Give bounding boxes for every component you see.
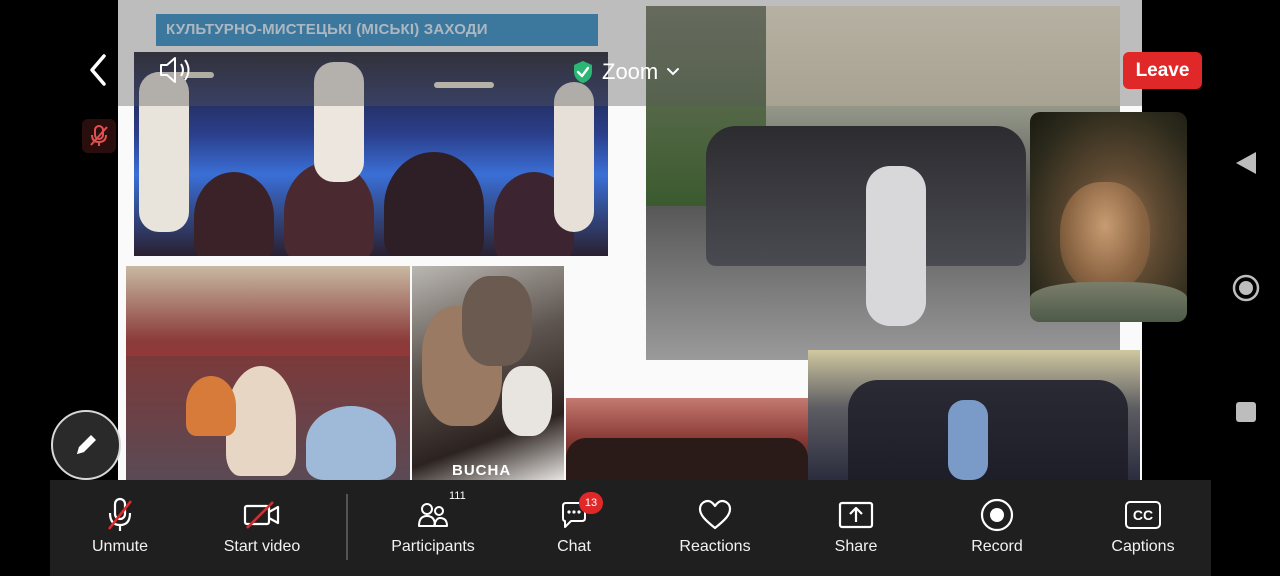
toolbar-divider	[346, 494, 348, 560]
leave-button[interactable]: Leave	[1123, 52, 1202, 89]
system-navigation-bar	[1211, 0, 1280, 576]
system-recents-button[interactable]	[1231, 397, 1261, 427]
participant-face	[1060, 182, 1150, 292]
photo-cinema-audience	[566, 398, 808, 480]
pencil-icon	[77, 435, 96, 454]
chevron-down-icon	[667, 68, 680, 76]
record-icon	[980, 498, 1014, 532]
participant-video-tile[interactable]	[1030, 112, 1187, 322]
participant-shoulders	[1030, 282, 1187, 322]
participants-icon	[418, 503, 448, 527]
chat-button[interactable]: 13 Chat	[532, 480, 616, 576]
speaker-button[interactable]	[155, 52, 197, 88]
muted-mic-indicator	[82, 119, 116, 153]
circle-home-icon	[1232, 274, 1260, 302]
meeting-top-bar	[118, 0, 1142, 106]
participants-count: 111	[449, 490, 466, 502]
system-back-button[interactable]	[1231, 148, 1261, 178]
start-video-button[interactable]: Start video	[210, 480, 314, 576]
chevron-left-icon	[90, 54, 106, 86]
share-label: Share	[834, 538, 878, 555]
reactions-button[interactable]: Reactions	[670, 480, 760, 576]
mic-muted-icon	[90, 125, 108, 146]
participants-label: Participants	[391, 538, 475, 555]
meeting-title-dropdown[interactable]: Zoom	[572, 58, 680, 86]
poster-title: BUCHA	[452, 462, 512, 479]
meeting-toolbar: Unmute Start video 111 Participants 13 C…	[50, 480, 1211, 576]
heart-icon	[698, 499, 732, 530]
photo-film-poster: BUCHA	[412, 266, 564, 480]
zoom-meeting-screen: КУЛЬТУРНО-МИСТЕЦЬКІ (МІСЬКІ) ЗАХОДИ BUCH…	[0, 0, 1280, 576]
meeting-title-text: Zoom	[602, 59, 659, 84]
share-screen-icon	[838, 501, 874, 529]
participants-button[interactable]: 111 Participants	[380, 480, 486, 576]
square-recents-icon	[1236, 402, 1256, 422]
annotate-button[interactable]	[51, 410, 121, 480]
chat-unread-badge: 13	[579, 492, 603, 514]
closed-captions-icon: CC	[1125, 501, 1161, 529]
share-button[interactable]: Share	[816, 480, 896, 576]
reactions-label: Reactions	[679, 538, 751, 555]
photo-group-in-lobby	[808, 350, 1140, 480]
back-button[interactable]	[80, 50, 120, 90]
video-off-icon	[243, 501, 280, 529]
verified-shield-icon	[574, 61, 592, 83]
triangle-back-icon	[1236, 152, 1256, 174]
record-button[interactable]: Record	[956, 480, 1038, 576]
speaker-icon	[160, 57, 190, 83]
photo-concert-hall-audience	[126, 266, 410, 480]
chat-label: Chat	[557, 538, 591, 555]
captions-button[interactable]: CC Captions	[1096, 480, 1190, 576]
reactions-button[interactable]	[50, 480, 140, 576]
start-video-label: Start video	[223, 538, 301, 555]
record-label: Record	[971, 538, 1023, 555]
captions-label: Captions	[1111, 538, 1175, 555]
system-home-button[interactable]	[1231, 273, 1261, 303]
